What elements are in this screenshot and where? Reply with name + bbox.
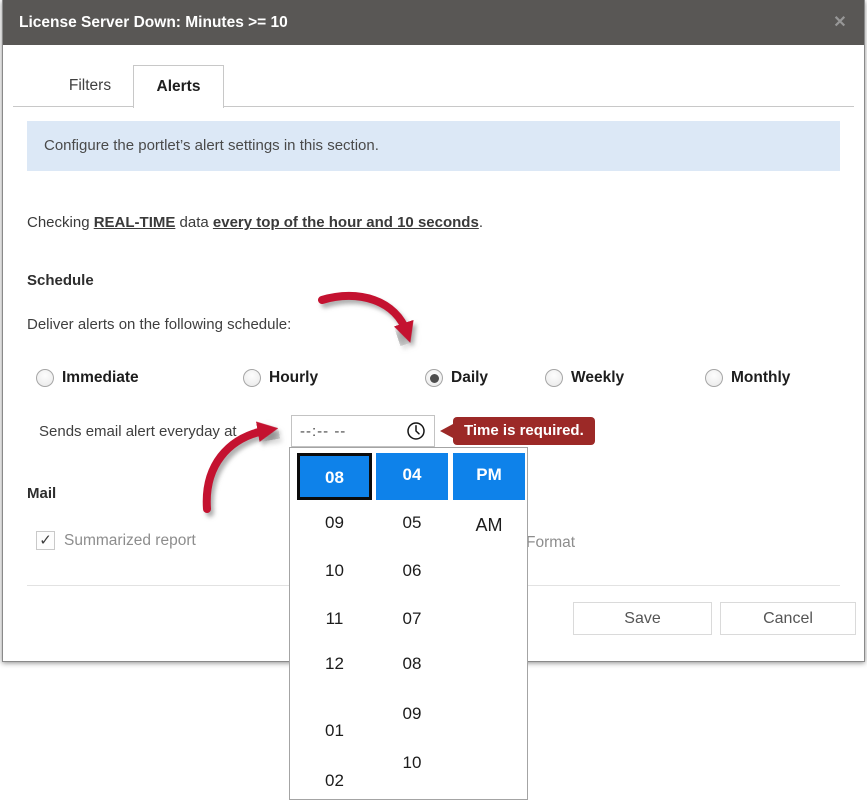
radio-label: Immediate: [62, 369, 139, 386]
radio-monthly[interactable]: Monthly: [705, 367, 790, 389]
minute-option[interactable]: 07: [376, 606, 448, 632]
hour-option[interactable]: 10: [297, 558, 372, 584]
checking-line: Checking REAL-TIME data every top of the…: [27, 214, 483, 231]
radio-immediate[interactable]: Immediate: [36, 367, 139, 389]
hour-option[interactable]: 11: [297, 606, 372, 632]
minute-selected[interactable]: 04: [376, 453, 448, 500]
tab-filters[interactable]: Filters: [45, 65, 135, 107]
meridiem-option[interactable]: AM: [453, 512, 525, 538]
time-picker-dropdown: 08 04 PM 09 10 11 12 01 02 05 06 07 08 0…: [289, 447, 528, 800]
cancel-button[interactable]: Cancel: [720, 602, 856, 635]
radio-daily[interactable]: Daily: [425, 367, 488, 389]
schedule-description: Deliver alerts on the following schedule…: [27, 316, 292, 333]
checkbox-checked-icon[interactable]: ✓: [36, 531, 55, 550]
radio-weekly[interactable]: Weekly: [545, 367, 624, 389]
radio-label: Hourly: [269, 369, 319, 386]
close-icon[interactable]: ✕: [828, 0, 852, 45]
radio-circle-icon: [705, 369, 723, 387]
meridiem-selected[interactable]: PM: [453, 453, 525, 500]
dialog-title: License Server Down: Minutes >= 10: [19, 14, 288, 31]
format-label: Format: [526, 534, 576, 551]
mail-heading: Mail: [27, 485, 57, 502]
minute-option[interactable]: 05: [376, 510, 448, 536]
checking-realtime: REAL-TIME: [93, 214, 176, 231]
validation-message: Time is required.: [453, 417, 595, 445]
clock-icon[interactable]: [406, 421, 426, 441]
hour-option[interactable]: 02: [297, 768, 372, 794]
radio-circle-icon: [545, 369, 563, 387]
schedule-heading: Schedule: [27, 272, 94, 289]
radio-hourly[interactable]: Hourly: [243, 367, 318, 389]
checking-suffix: .: [478, 214, 483, 231]
minute-option[interactable]: 08: [376, 651, 448, 677]
radio-circle-icon: [425, 369, 443, 387]
tooltip-arrow-icon: [440, 424, 453, 438]
radio-label: Weekly: [571, 369, 625, 386]
hour-option[interactable]: 09: [297, 510, 372, 536]
info-banner: Configure the portlet’s alert settings i…: [27, 121, 840, 171]
radio-circle-icon: [36, 369, 54, 387]
save-button[interactable]: Save: [573, 602, 712, 635]
time-input-value: --:-- --: [300, 422, 347, 440]
minute-option[interactable]: 06: [376, 558, 448, 584]
hour-option[interactable]: 12: [297, 651, 372, 677]
checking-frequency: every top of the hour and 10 seconds: [212, 214, 479, 231]
radio-label: Daily: [451, 369, 489, 386]
hour-selected[interactable]: 08: [297, 453, 372, 500]
checking-prefix: Checking: [27, 214, 94, 231]
radio-circle-icon: [243, 369, 261, 387]
dialog-titlebar: License Server Down: Minutes >= 10: [3, 0, 864, 45]
validation-tooltip: Time is required.: [440, 417, 595, 445]
alert-dialog-page: License Server Down: Minutes >= 10 ✕ Fil…: [0, 0, 867, 800]
radio-label: Monthly: [731, 369, 791, 386]
minute-option[interactable]: 09: [376, 701, 448, 727]
hour-option[interactable]: 01: [297, 718, 372, 744]
checking-middle: data: [175, 214, 213, 231]
summarized-report-option[interactable]: ✓ Summarized report: [36, 531, 196, 550]
minute-option[interactable]: 10: [376, 750, 448, 776]
summarized-report-label: Summarized report: [64, 531, 196, 549]
tab-alerts[interactable]: Alerts: [133, 65, 224, 108]
sends-email-label: Sends email alert everyday at: [39, 423, 237, 440]
time-input[interactable]: --:-- --: [291, 415, 435, 447]
